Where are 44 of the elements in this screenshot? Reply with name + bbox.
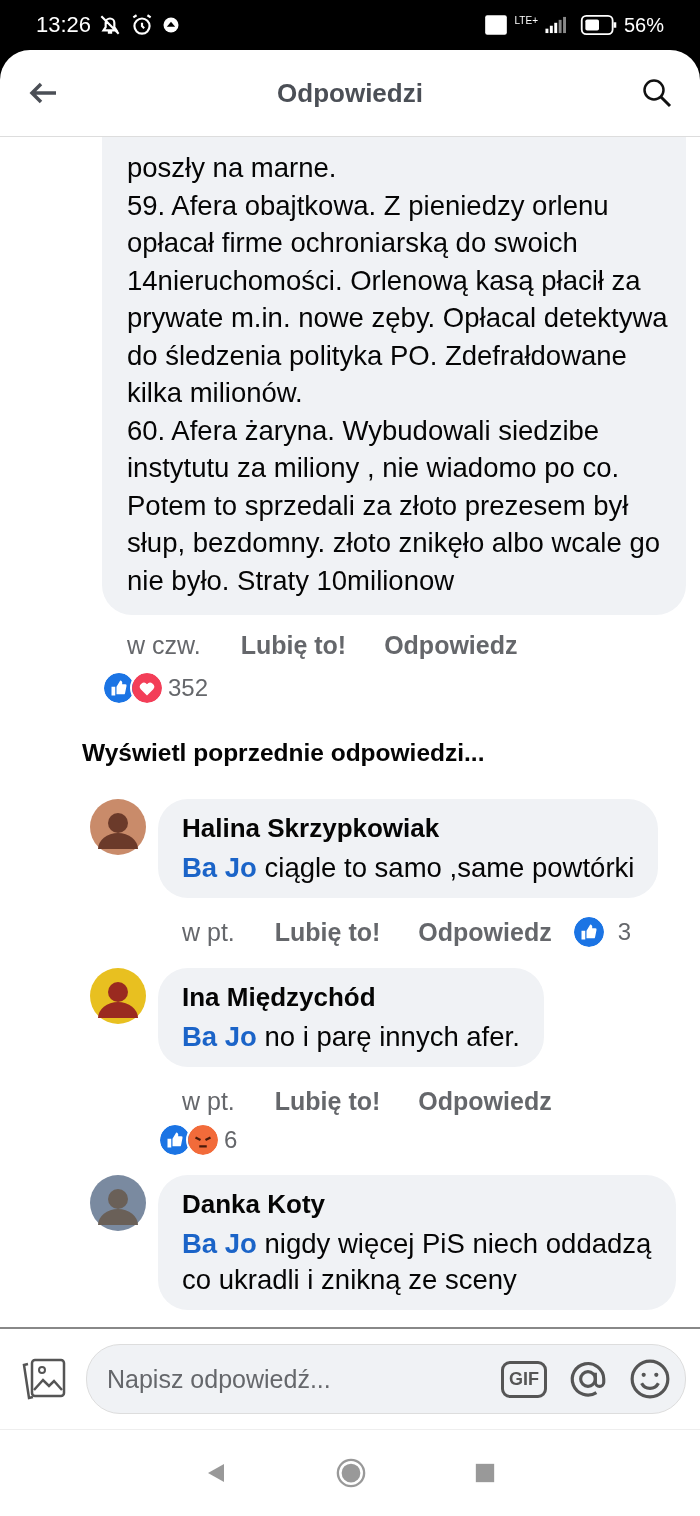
page-title: Odpowiedzi <box>277 77 423 109</box>
avatar[interactable] <box>90 799 146 855</box>
reply-input[interactable]: Napisz odpowiedź... GIF <box>86 1344 686 1414</box>
author-name[interactable]: Halina Skrzypkowiak <box>182 813 635 844</box>
comment-text: 59. Afera obajtkowa. Z pieniedzy orlenu opłacał firme ochroniarską do swoich 14nieruchomości. Orlenową kasą płacił za prywate m.in. nowe zęby. Opłacal detektywa do śledzenia polityka PO. Zdefrałdowane kilka milionów. <box>127 188 669 410</box>
signal-icon <box>543 16 566 34</box>
reaction-count: 6 <box>224 1126 238 1154</box>
search-icon[interactable] <box>642 78 672 108</box>
photo-icon[interactable] <box>22 1358 66 1400</box>
network-label: LTE+ <box>514 14 538 26</box>
angry-reaction-icon <box>186 1123 220 1157</box>
home-nav-icon[interactable] <box>336 1458 366 1488</box>
mention-link[interactable]: Ba Jo <box>182 1228 257 1259</box>
like-link[interactable]: Lubię to! <box>274 1086 381 1116</box>
comment-time: w pt. <box>182 1086 235 1116</box>
heart-reaction-icon <box>130 671 164 705</box>
author-name[interactable]: Danka Koty <box>182 1189 652 1220</box>
emoji-icon[interactable] <box>629 1358 671 1400</box>
mention-link[interactable]: Ba Jo <box>182 852 257 883</box>
battery-icon <box>579 15 618 35</box>
battery-percent: 56% <box>623 13 664 37</box>
comment-text: 60. Afera żaryna. Wybudowali siedzibe instytutu za miliony , nie wiadomo po co. Potem to sprzedali za złoto prezesem był słup, bezdomny. złoto znikęło albo wcale go nie było. Straty 10milionow <box>127 413 661 598</box>
comment-text: poszły na marne. <box>127 151 338 185</box>
reply-link[interactable]: Odpowiedz <box>418 917 552 947</box>
reaction-count: 352 <box>168 674 209 702</box>
avatar[interactable] <box>90 968 146 1024</box>
comment-time: w czw. <box>127 630 201 660</box>
reply-text: Ba Jo ciągle to samo ,same powtórki <box>182 851 635 885</box>
like-link[interactable]: Lubię to! <box>240 630 347 660</box>
like-link[interactable]: Lubię to! <box>274 917 381 947</box>
status-time: 13:26 <box>36 12 92 38</box>
previous-replies-link[interactable]: Wyświetl poprzednie odpowiedzi... <box>82 739 700 767</box>
gif-button[interactable]: GIF <box>501 1360 547 1398</box>
reply-text: Ba Jo nigdy więcej PiS niech oddadzą co ukradli i znikną ze sceny <box>182 1227 652 1297</box>
reply-link[interactable]: Odpowiedz <box>418 1086 552 1116</box>
mention-link[interactable]: Ba Jo <box>182 1021 257 1052</box>
comment-time: w pt. <box>182 917 235 947</box>
avatar[interactable] <box>90 1175 146 1231</box>
recents-nav-icon[interactable] <box>474 1462 496 1484</box>
author-name[interactable]: Ina Międzychód <box>182 982 520 1013</box>
reaction-count: 3 <box>617 918 631 946</box>
reply-link[interactable]: Odpowiedz <box>384 630 518 660</box>
like-reaction-icon <box>571 915 606 949</box>
reply-text: Ba Jo no i parę innych afer. <box>182 1020 520 1054</box>
